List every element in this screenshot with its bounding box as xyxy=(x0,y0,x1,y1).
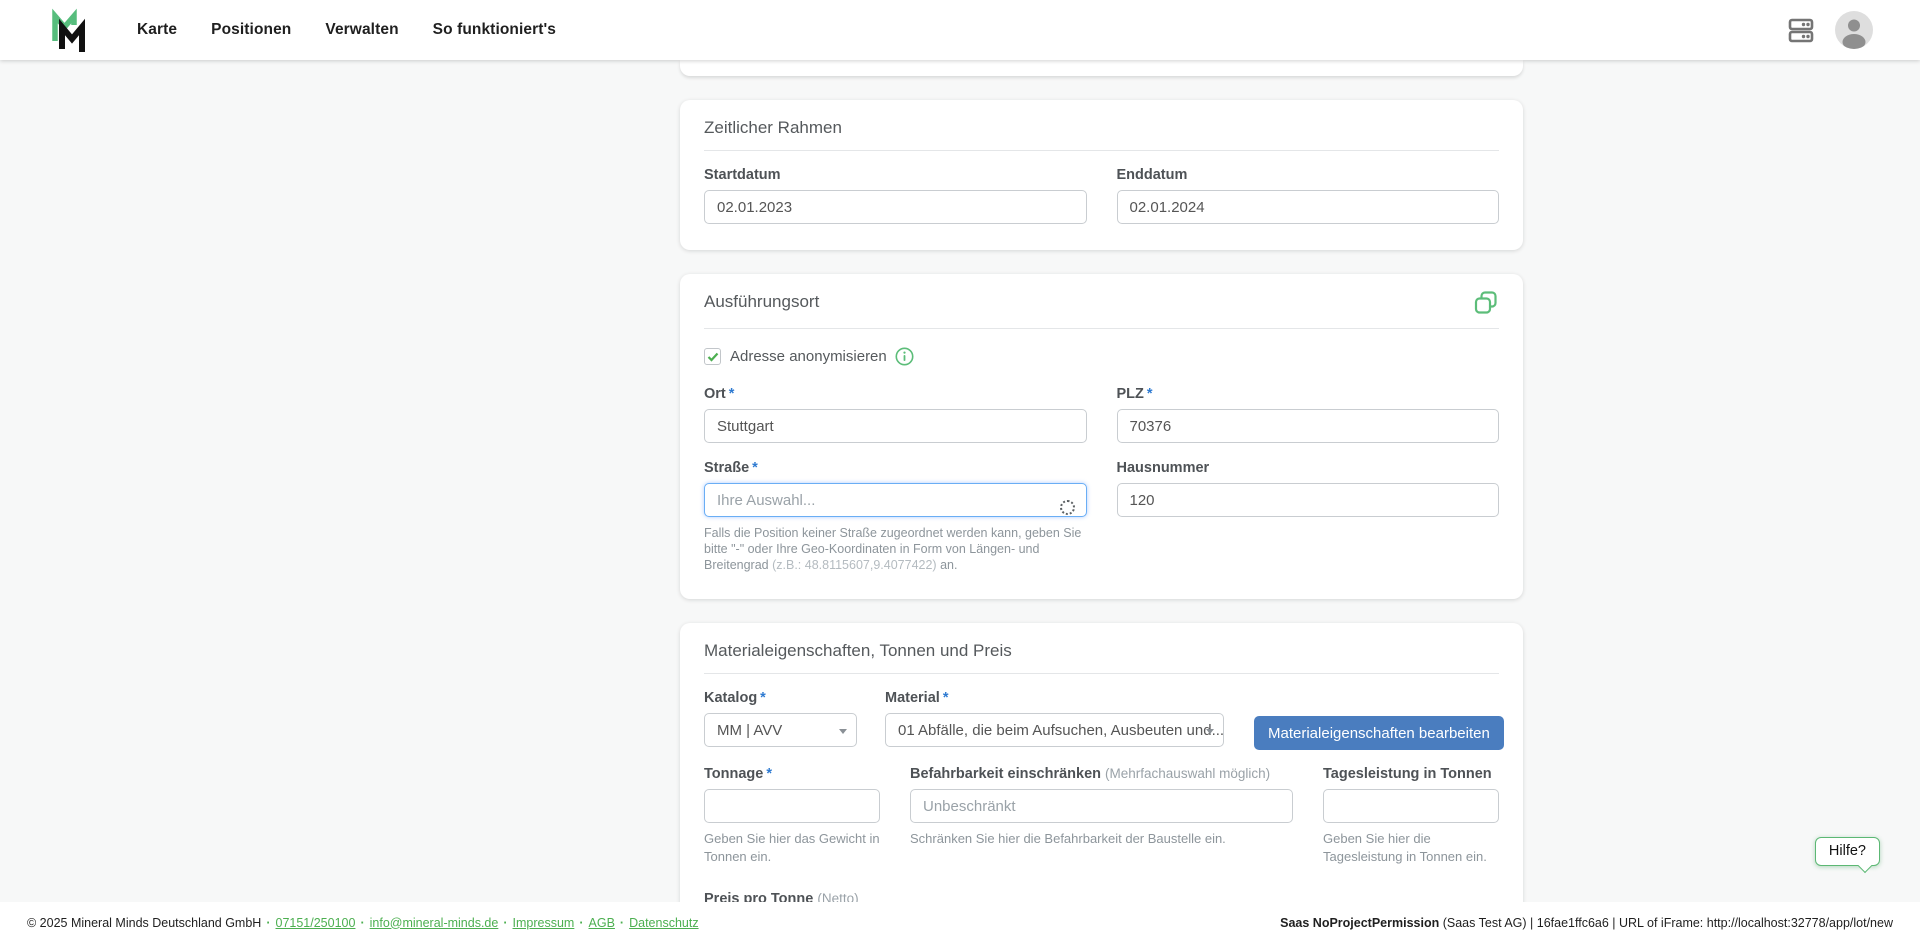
material-select[interactable]: 01 Abfälle, die beim Aufsuchen, Ausbeute… xyxy=(885,713,1224,747)
katalog-label: Katalog* xyxy=(704,690,857,706)
tonnage-hint: Geben Sie hier das Gewicht in Tonnen ein… xyxy=(704,830,880,865)
top-navigation-bar: Karte Positionen Verwalten So funktionie… xyxy=(0,0,1920,60)
tonnage-label: Tonnage* xyxy=(704,766,880,782)
dns-servers-icon[interactable] xyxy=(1785,14,1817,46)
info-icon[interactable] xyxy=(895,347,914,366)
ort-input[interactable] xyxy=(704,409,1087,443)
enddatum-label: Enddatum xyxy=(1117,167,1500,183)
strasse-input[interactable] xyxy=(704,483,1087,517)
nav-item-positionen[interactable]: Positionen xyxy=(211,21,291,39)
ort-label-text: Ort xyxy=(704,386,726,402)
footer-copyright: © 2025 Mineral Minds Deutschland GmbH xyxy=(27,916,261,930)
footer-right-debug-info: Saas NoProjectPermission (Saas Test AG) … xyxy=(1280,916,1893,930)
befahrbarkeit-hint: Schränken Sie hier die Befahrbarkeit der… xyxy=(910,830,1293,848)
adresse-anonymisieren-label: Adresse anonymisieren xyxy=(730,348,887,365)
person-icon xyxy=(1835,11,1873,49)
card-title-zeitlicher-rahmen: Zeitlicher Rahmen xyxy=(704,116,1499,138)
copy-icon[interactable] xyxy=(1473,290,1499,316)
tagesleistung-input[interactable] xyxy=(1323,789,1499,823)
katalog-label-text: Katalog xyxy=(704,690,757,706)
plz-label: PLZ* xyxy=(1117,386,1500,402)
strasse-hint-suffix: an. xyxy=(937,558,958,572)
card-zeitlicher-rahmen: Zeitlicher Rahmen Startdatum Enddatum xyxy=(680,100,1523,250)
enddatum-input[interactable] xyxy=(1117,190,1500,224)
footer-left: © 2025 Mineral Minds Deutschland GmbH · 07… xyxy=(27,916,699,930)
required-marker: * xyxy=(760,690,766,706)
nav-item-karte[interactable]: Karte xyxy=(137,21,177,39)
required-marker: * xyxy=(752,460,758,476)
footer-datenschutz-link[interactable]: Datenschutz xyxy=(629,916,698,930)
hausnummer-label: Hausnummer xyxy=(1117,460,1500,476)
befahrbarkeit-note: (Mehrfachauswahl möglich) xyxy=(1105,766,1270,781)
material-label-text: Material xyxy=(885,690,940,706)
form-content-column: Zeitlicher Rahmen Startdatum Enddatum Au… xyxy=(680,60,1523,943)
katalog-selected-value: MM | AVV xyxy=(717,722,782,739)
divider xyxy=(704,328,1499,329)
footer-impressum-link[interactable]: Impressum xyxy=(513,916,575,930)
footer-separator: · xyxy=(579,916,583,930)
startdatum-input[interactable] xyxy=(704,190,1087,224)
header-right-actions xyxy=(1785,11,1873,49)
footer-phone-link[interactable]: 07151/250100 xyxy=(276,916,356,930)
tagesleistung-hint: Geben Sie hier die Tagesleistung in Tonn… xyxy=(1323,830,1499,865)
hilfe-button[interactable]: Hilfe? xyxy=(1815,837,1880,866)
befahrbarkeit-input[interactable] xyxy=(910,789,1293,823)
footer-agb-link[interactable]: AGB xyxy=(589,916,615,930)
footer-separator: · xyxy=(503,916,507,930)
strasse-label-text: Straße xyxy=(704,460,749,476)
nav-item-so-funktionierts[interactable]: So funktioniert's xyxy=(433,21,556,39)
nav-item-verwalten[interactable]: Verwalten xyxy=(325,21,398,39)
mineral-minds-logo[interactable] xyxy=(47,8,91,52)
footer-separator: · xyxy=(360,916,364,930)
startdatum-label: Startdatum xyxy=(704,167,1087,183)
required-marker: * xyxy=(766,766,772,782)
tonnage-label-text: Tonnage xyxy=(704,766,763,782)
katalog-select[interactable]: MM | AVV xyxy=(704,713,857,747)
tonnage-input[interactable] xyxy=(704,789,880,823)
footer-separator: · xyxy=(620,916,624,930)
footer-separator: · xyxy=(266,916,270,930)
tagesleistung-label: Tagesleistung in Tonnen xyxy=(1323,766,1499,782)
loading-spinner-icon xyxy=(1060,500,1075,515)
chevron-down-icon xyxy=(839,729,847,734)
partial-card-above xyxy=(680,60,1523,76)
material-selected-value: 01 Abfälle, die beim Aufsuchen, Ausbeute… xyxy=(898,722,1224,739)
adresse-anonymisieren-checkbox-row[interactable]: Adresse anonymisieren xyxy=(704,347,1499,366)
divider xyxy=(704,673,1499,674)
card-title-material: Materialeigenschaften, Tonnen und Preis xyxy=(704,639,1499,661)
check-icon xyxy=(707,352,719,362)
footer-bar: © 2025 Mineral Minds Deutschland GmbH · 07… xyxy=(0,902,1920,943)
checkbox-checked[interactable] xyxy=(704,348,721,365)
footer-saas-permission: Saas NoProjectPermission xyxy=(1280,916,1439,930)
footer-saas-details: (Saas Test AG) | 16fae1ffc6a6 | URL of i… xyxy=(1439,916,1893,930)
card-ausfuehrungsort: Ausführungsort Adresse anonymisieren xyxy=(680,274,1523,599)
card-materialeigenschaften: Materialeigenschaften, Tonnen und Preis … xyxy=(680,623,1523,943)
required-marker: * xyxy=(1147,386,1153,402)
card-title-ausfuehrungsort: Ausführungsort xyxy=(704,290,819,312)
required-marker: * xyxy=(943,690,949,706)
strasse-label: Straße* xyxy=(704,460,1087,476)
ort-label: Ort* xyxy=(704,386,1087,402)
material-label: Material* xyxy=(885,690,1224,706)
strasse-hint: Falls die Position keiner Straße zugeord… xyxy=(704,525,1087,573)
hausnummer-input[interactable] xyxy=(1117,483,1500,517)
user-avatar[interactable] xyxy=(1835,11,1873,49)
plz-input[interactable] xyxy=(1117,409,1500,443)
footer-email-link[interactable]: info@mineral-minds.de xyxy=(370,916,499,930)
divider xyxy=(704,150,1499,151)
plz-label-text: PLZ xyxy=(1117,386,1144,402)
strasse-hint-example: (z.B.: 48.8115607,9.4077422) xyxy=(772,558,936,572)
materialeigenschaften-bearbeiten-button[interactable]: Materialeigenschaften bearbeiten xyxy=(1254,716,1504,750)
chevron-down-icon xyxy=(1206,729,1214,734)
befahrbarkeit-label: Befahrbarkeit einschränken (Mehrfachausw… xyxy=(910,766,1293,782)
befahrbarkeit-label-text: Befahrbarkeit einschränken xyxy=(910,766,1101,782)
required-marker: * xyxy=(729,386,735,402)
main-nav: Karte Positionen Verwalten So funktionie… xyxy=(137,21,556,39)
